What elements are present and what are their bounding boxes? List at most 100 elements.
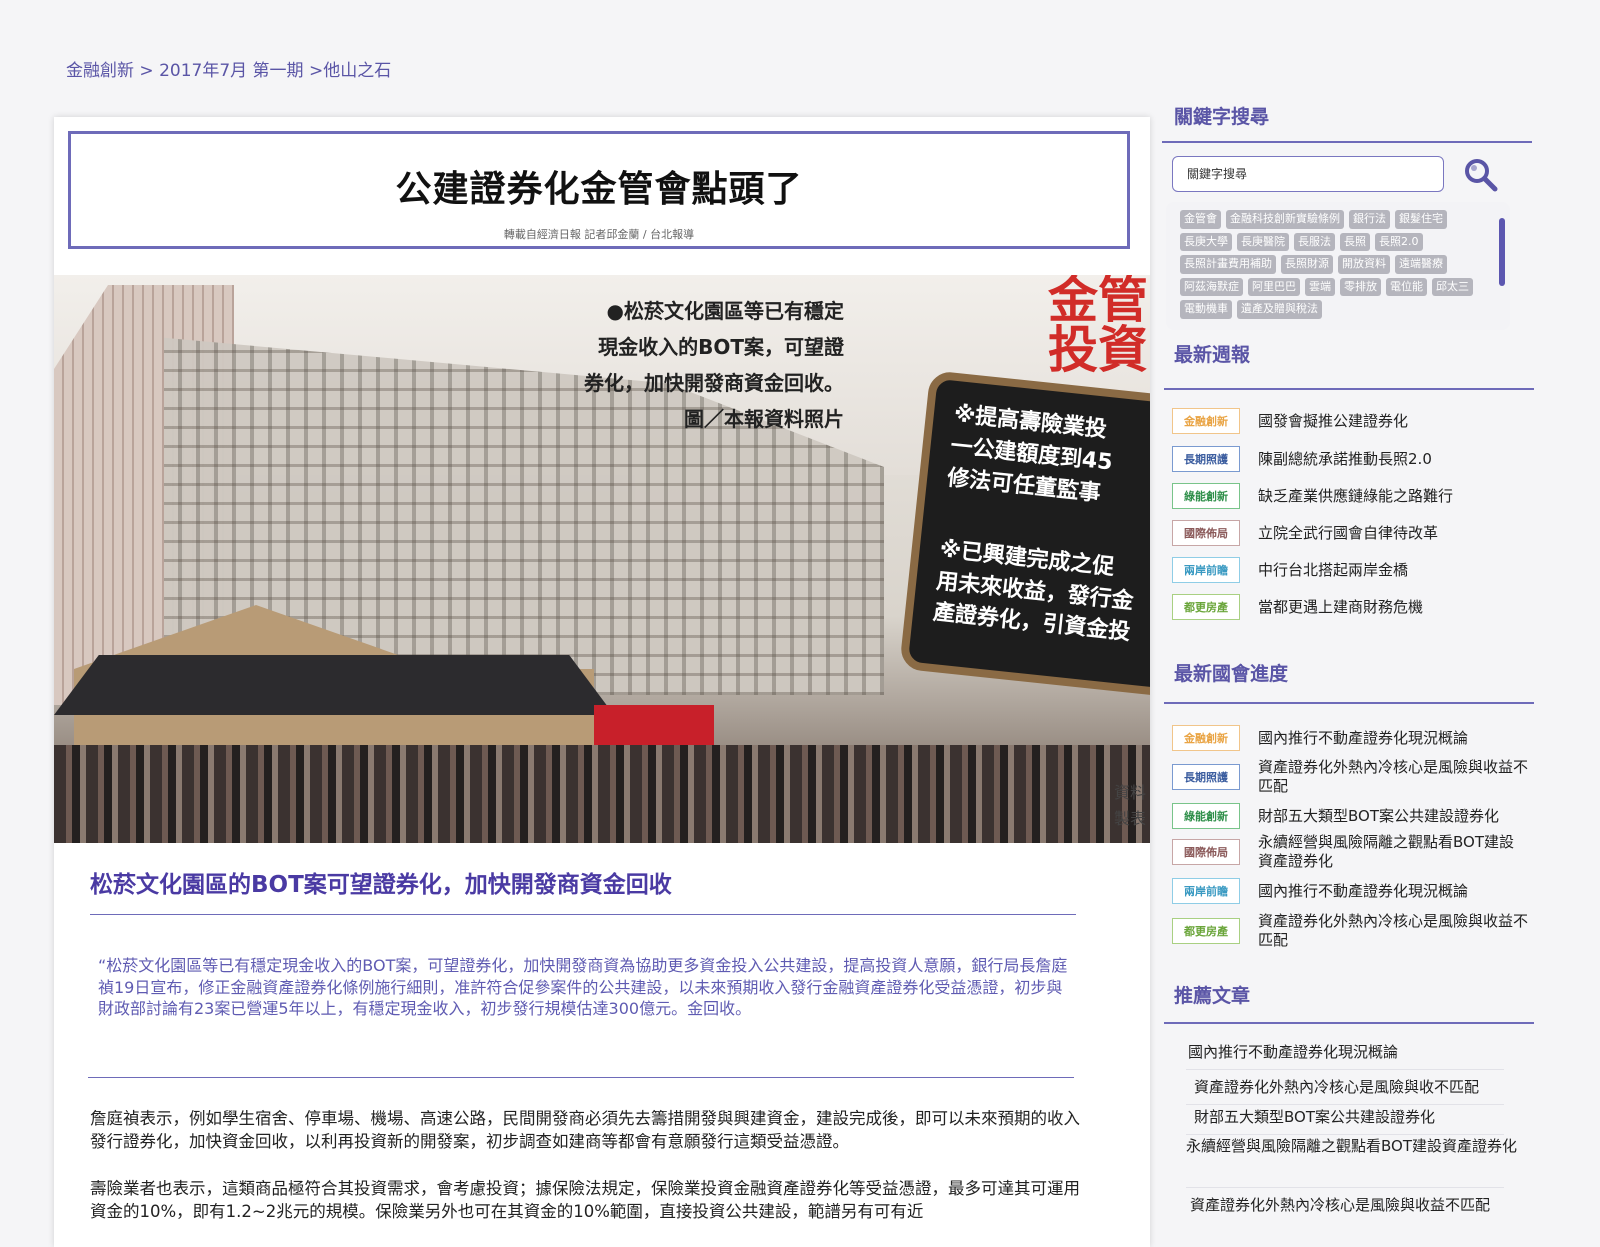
category-badge[interactable]: 綠能創新: [1172, 803, 1240, 829]
news-link[interactable]: 資產證券化外熱內冷核心是風險與收益不匹配: [1258, 912, 1528, 950]
category-badge[interactable]: 綠能創新: [1172, 483, 1240, 509]
keyword-tag[interactable]: 阿茲海默症: [1180, 277, 1243, 296]
category-badge[interactable]: 金融創新: [1172, 408, 1240, 434]
category-badge[interactable]: 兩岸前瞻: [1172, 557, 1240, 583]
article-quote: “松菸文化園區等已有穩定現金收入的BOT案，可望證券化，加快開發商資為協助更多資…: [98, 956, 1068, 1019]
divider: [90, 914, 1076, 915]
congress-progress-item[interactable]: 都更房產 資產證券化外熱內冷核心是風險與收益不匹配: [1172, 912, 1528, 950]
photo-source-tag: 資料 製表: [1114, 780, 1146, 831]
keyword-tag-cloud: 金管會 金融科技創新實驗條例 銀行法 銀髮住宅長庚大學 長庚醫院 長服法 長照 長照2.0 長照…: [1166, 202, 1510, 330]
photo-big-red-line: 投資: [1048, 321, 1148, 379]
congress-progress-heading: 最新國會進度: [1174, 663, 1289, 685]
article-title-box: 公建證券化金管會點頭了 轉載自經濟日報 記者邱金蘭 / 台北報導: [68, 131, 1130, 249]
news-link[interactable]: 立院全武行國會自律待改革: [1258, 524, 1528, 543]
keyword-tag[interactable]: 長照計畫費用補助: [1180, 255, 1276, 274]
tag-cloud-scrollbar[interactable]: [1499, 218, 1505, 286]
category-badge[interactable]: 長期照護: [1172, 763, 1240, 790]
news-link[interactable]: 資產證券化外熱內冷核心是風險與收益不匹配: [1258, 758, 1528, 796]
divider: [1164, 388, 1534, 390]
keyword-search-input[interactable]: [1172, 156, 1444, 192]
search-icon: [1465, 159, 1498, 192]
weekly-report-item[interactable]: 國際佈局 立院全武行國會自律待改革: [1172, 520, 1528, 546]
recommended-article-link[interactable]: 永續經營與風險隔離之觀點看BOT建設資產證券化: [1186, 1137, 1526, 1157]
weekly-report-item[interactable]: 都更房產 當都更遇上建商財務危機: [1172, 594, 1528, 620]
article-paragraph: 壽險業者也表示，這類商品極符合其投資需求，會考慮投資；據保險法規定，保險業投資金…: [90, 1179, 1080, 1222]
divider: [1162, 141, 1532, 143]
recommended-article-link[interactable]: 資產證券化外熱內冷核心是風險與收益不匹配: [1190, 1196, 1530, 1216]
category-badge[interactable]: 金融創新: [1172, 725, 1240, 751]
congress-progress-item[interactable]: 長期照護 資產證券化外熱內冷核心是風險與收益不匹配: [1172, 758, 1528, 796]
keyword-tag[interactable]: 雲端: [1305, 277, 1335, 296]
photo-caption-line: 券化，加快開發商資金回收。: [584, 371, 844, 395]
news-link[interactable]: 國內推行不動產證券化現況概論: [1258, 729, 1528, 748]
keyword-tag[interactable]: 銀行法: [1349, 210, 1390, 229]
breadcrumb-link-section[interactable]: 他山之石: [323, 61, 391, 81]
congress-progress-item[interactable]: 綠能創新 財部五大類型BOT案公共建設證券化: [1172, 803, 1528, 829]
article-source: 轉載自經濟日報 記者邱金蘭 / 台北報導: [503, 228, 695, 241]
photo-tent: [54, 655, 614, 715]
news-link[interactable]: 國發會擬推公建證券化: [1258, 412, 1528, 431]
keyword-tag[interactable]: 金融科技創新實驗條例: [1226, 210, 1344, 229]
weekly-report-item[interactable]: 長期照護 陳副總統承諾推動長照2.0: [1172, 446, 1528, 472]
photo-caption: ●松菸文化園區等已有穩定 現金收入的BOT案，可望證 券化，加快開發商資金回收。…: [584, 293, 844, 437]
keyword-tag[interactable]: 電位能: [1386, 277, 1427, 296]
keyword-tag[interactable]: 長照: [1340, 232, 1370, 251]
keyword-tag-list: 金管會 金融科技創新實驗條例 銀行法 銀髮住宅長庚大學 長庚醫院 長服法 長照 長照2.0 長照…: [1180, 210, 1496, 319]
weekly-report-item[interactable]: 兩岸前瞻 中行台北搭起兩岸金橋: [1172, 557, 1528, 583]
congress-progress-item[interactable]: 金融創新 國內推行不動產證券化現況概論: [1172, 725, 1528, 751]
category-badge[interactable]: 國際佈局: [1172, 838, 1240, 865]
photo-source-line: 製表: [1113, 808, 1146, 828]
keyword-tag[interactable]: 長照財源: [1281, 255, 1333, 274]
keyword-tag[interactable]: 零排放: [1340, 277, 1381, 296]
news-link[interactable]: 中行台北搭起兩岸金橋: [1258, 561, 1528, 580]
category-badge[interactable]: 兩岸前瞻: [1172, 878, 1240, 904]
keyword-tag[interactable]: 長庚醫院: [1237, 232, 1289, 251]
recommended-article-link[interactable]: 資產證券化外熱內冷核心是風險與收不匹配: [1194, 1078, 1534, 1098]
weekly-report-item[interactable]: 金融創新 國發會擬推公建證券化: [1172, 408, 1528, 434]
keyword-tag[interactable]: 長服法: [1294, 232, 1335, 251]
article-title: 公建證券化金管會點頭了: [395, 169, 803, 210]
keyword-tag[interactable]: 遺產及贈與稅法: [1237, 300, 1322, 319]
news-link[interactable]: 缺乏產業供應鏈綠能之路難行: [1258, 487, 1528, 506]
weekly-report-item[interactable]: 綠能創新 缺乏產業供應鏈綠能之路難行: [1172, 483, 1528, 509]
category-badge[interactable]: 都更房產: [1172, 917, 1240, 944]
weekly-report-heading: 最新週報: [1174, 344, 1251, 366]
congress-progress-item[interactable]: 兩岸前瞻 國內推行不動產證券化現況概論: [1172, 878, 1528, 904]
congress-progress-item[interactable]: 國際佈局 永續經營與風險隔離之觀點看BOT建設資產證券化: [1172, 833, 1528, 871]
keyword-tag[interactable]: 銀髮住宅: [1395, 210, 1447, 229]
news-link[interactable]: 國內推行不動產證券化現況概論: [1258, 882, 1528, 901]
news-link[interactable]: 當都更遇上建商財務危機: [1258, 598, 1528, 617]
photo-crowd: [54, 745, 1150, 843]
keyword-tag[interactable]: 開放資料: [1338, 255, 1390, 274]
news-link[interactable]: 財部五大類型BOT案公共建設證券化: [1258, 807, 1528, 826]
news-link[interactable]: 陳副總統承諾推動長照2.0: [1258, 450, 1528, 469]
keyword-tag[interactable]: 長照2.0: [1375, 232, 1423, 251]
category-badge[interactable]: 都更房產: [1172, 594, 1240, 620]
category-badge[interactable]: 長期照護: [1172, 446, 1240, 472]
divider: [1164, 1022, 1534, 1024]
recommended-heading: 推薦文章: [1174, 985, 1251, 1007]
recommended-article-link[interactable]: 財部五大類型BOT案公共建設證券化: [1194, 1108, 1534, 1128]
breadcrumb-link-issue[interactable]: 2017年7月 第一期: [159, 61, 303, 81]
divider: [1186, 1187, 1504, 1188]
recommended-article-link[interactable]: 國內推行不動產證券化現況概論: [1188, 1043, 1528, 1063]
keyword-tag[interactable]: 電動機車: [1180, 300, 1232, 319]
search-button[interactable]: [1464, 158, 1498, 192]
keyword-tag[interactable]: 金管會: [1180, 210, 1221, 229]
keyword-tag[interactable]: 遠端醫療: [1395, 255, 1447, 274]
photo-sign: ※提高壽險業投 一公建額度到45 修法可任董監事 ※已興建完成之促 用未來收益，發行金…: [899, 370, 1150, 700]
divider: [1186, 1104, 1504, 1105]
category-badge[interactable]: 國際佈局: [1172, 520, 1240, 546]
keyword-tag[interactable]: 長庚大學: [1180, 232, 1232, 251]
keyword-tag[interactable]: 邱太三: [1432, 277, 1473, 296]
divider: [88, 1077, 1074, 1078]
keyword-tag[interactable]: 阿里巴巴: [1248, 277, 1300, 296]
keyword-search-heading: 關鍵字搜尋: [1174, 106, 1270, 128]
article-paragraph: 詹庭禎表示，例如學生宿舍、停車場、機場、高速公路，民間開發商必須先去籌措開發與興…: [90, 1109, 1080, 1152]
article-subtitle: 松菸文化園區的BOT案可望證券化，加快開發商資金回收: [90, 872, 672, 898]
news-link[interactable]: 永續經營與風險隔離之觀點看BOT建設資產證券化: [1258, 833, 1528, 871]
article-card: 公建證券化金管會點頭了 轉載自經濟日報 記者邱金蘭 / 台北報導 ●松菸文化園區…: [54, 117, 1150, 1247]
divider: [1186, 1069, 1504, 1070]
photo-caption-line: 現金收入的BOT案，可望證: [598, 335, 844, 359]
breadcrumb-link-category[interactable]: 金融創新: [66, 61, 134, 81]
